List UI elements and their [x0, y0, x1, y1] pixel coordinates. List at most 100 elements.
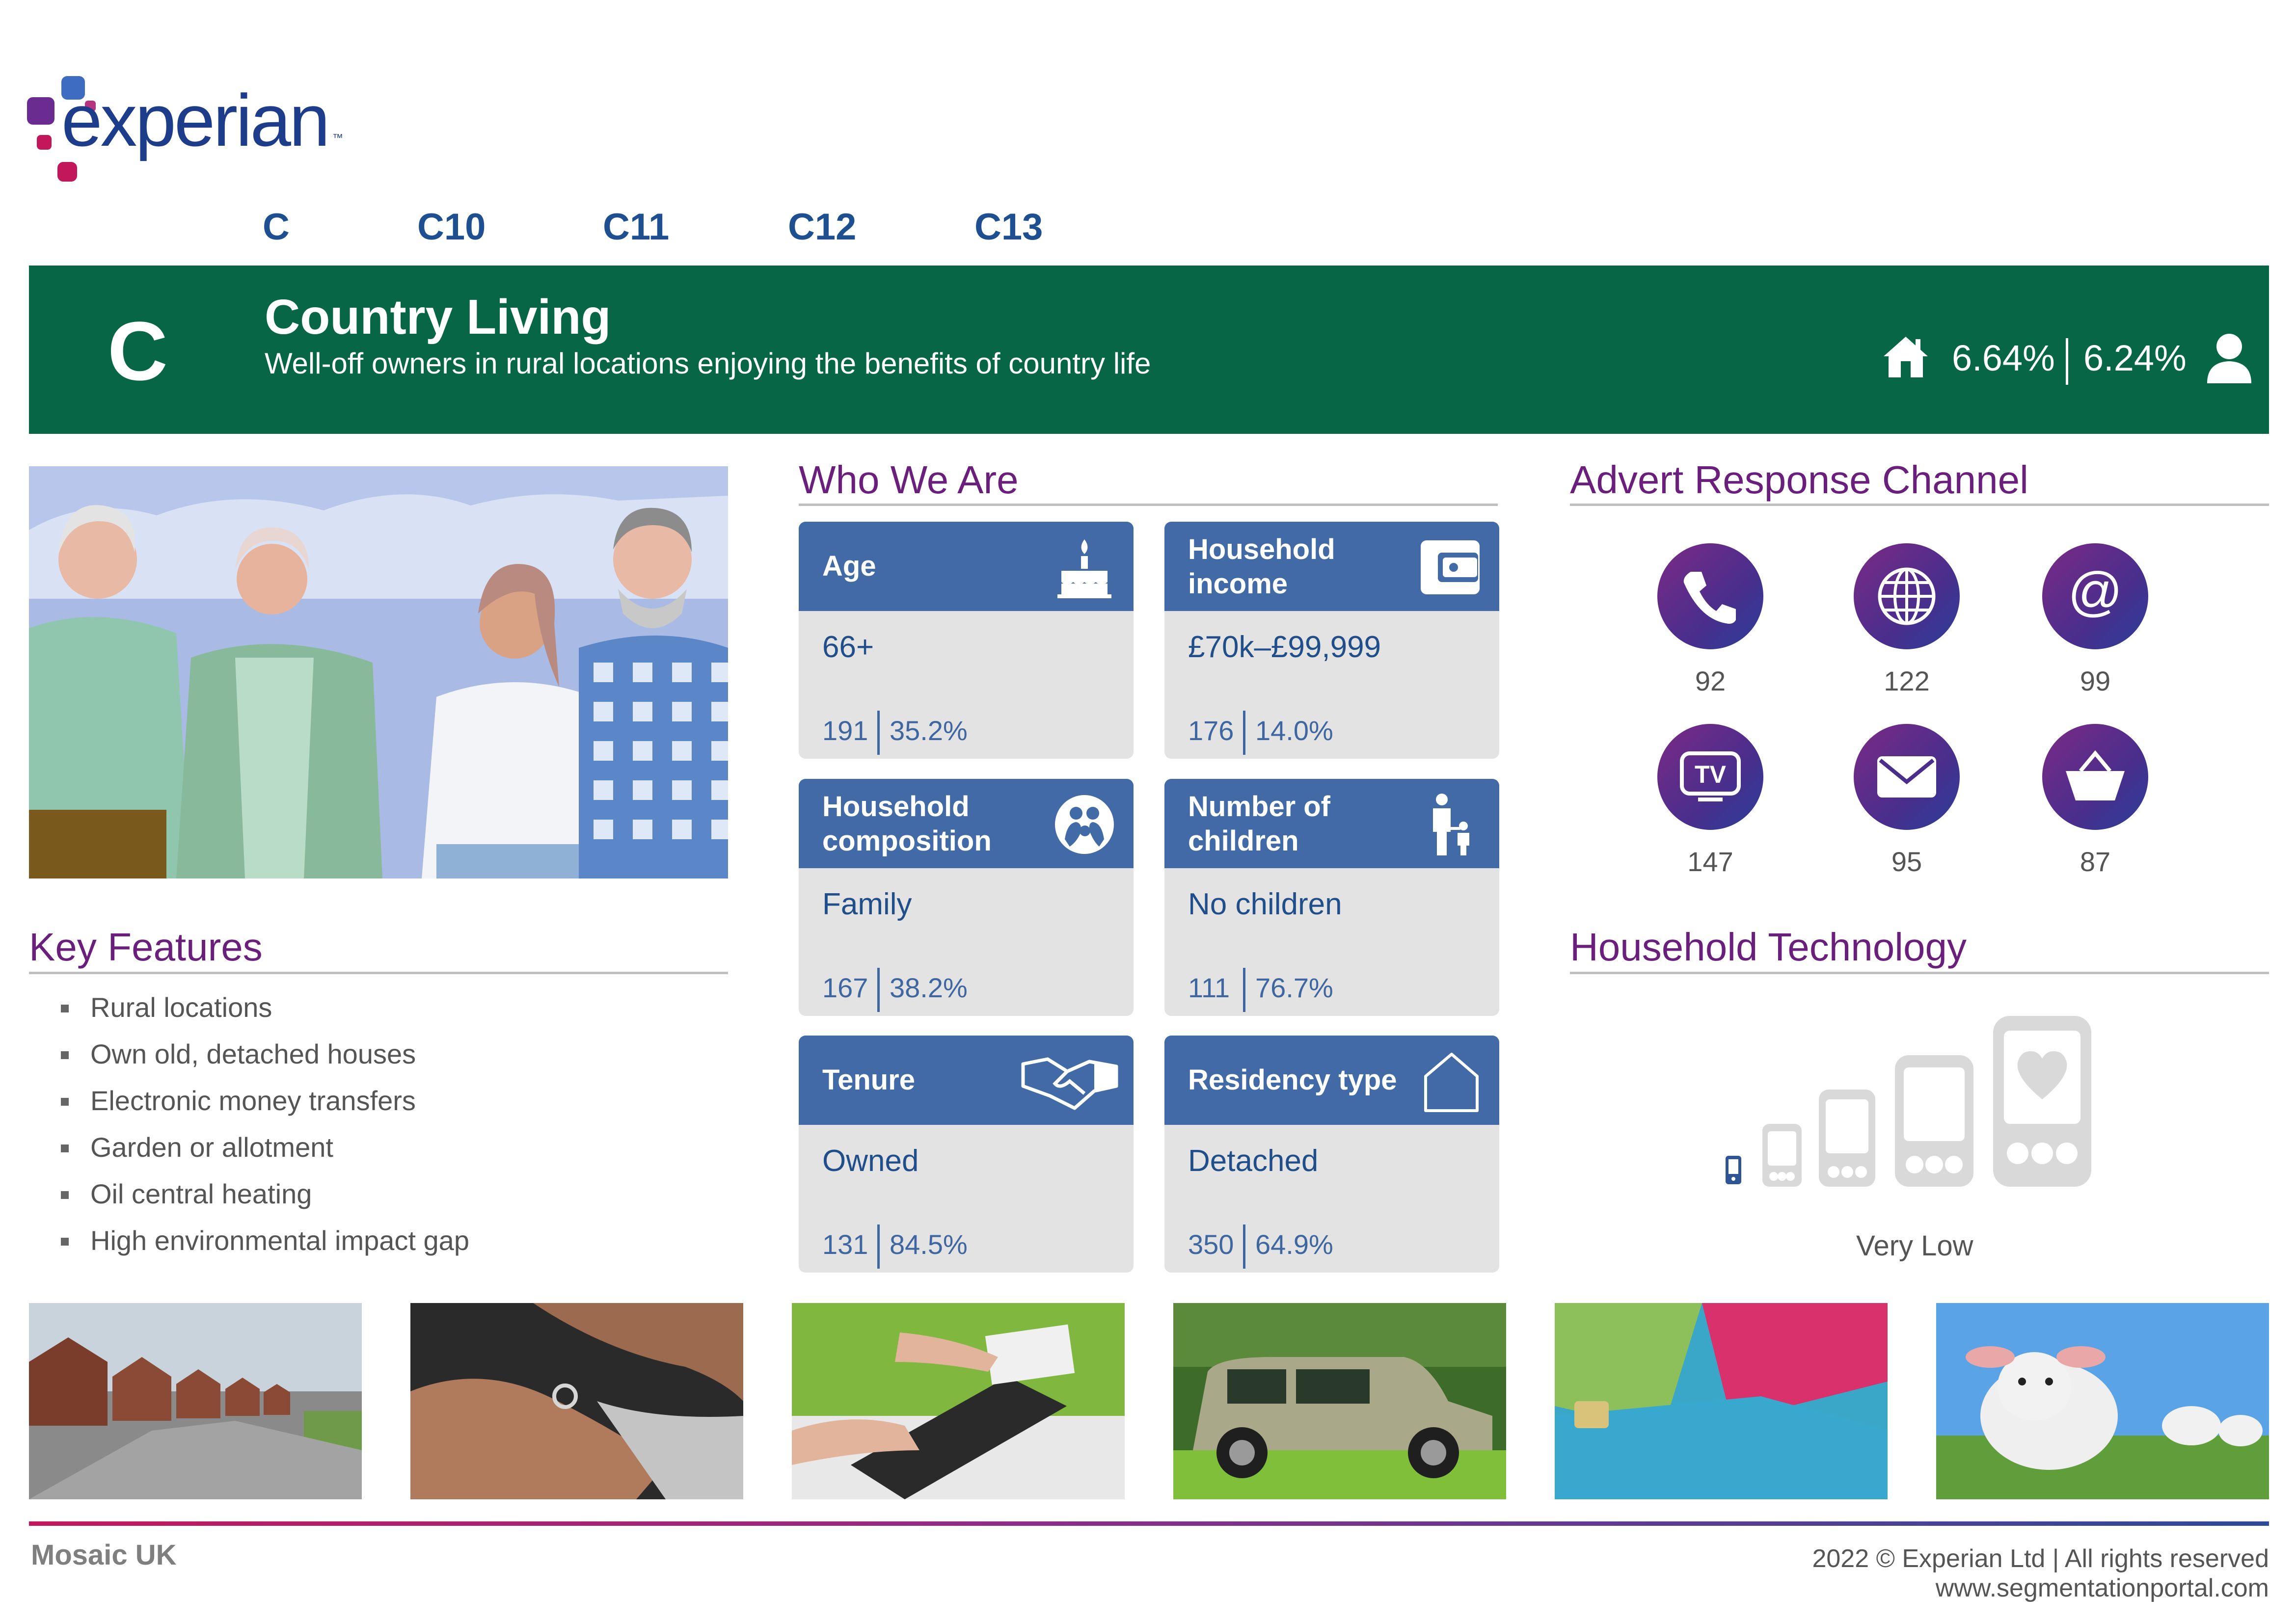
house-icon [1884, 337, 1928, 377]
tenure-card: Tenure Owned 131 84.5% [799, 1036, 1134, 1273]
household-composition-percent: 38.2% [890, 972, 968, 1003]
age-value: 66+ [822, 630, 874, 664]
list-item: Electronic money transfers [61, 1087, 416, 1115]
key-features-title: Key Features [29, 925, 263, 969]
list-item: High environmental impact gap [61, 1227, 469, 1254]
person-icon [2207, 334, 2251, 383]
household-composition-value: Family [822, 887, 912, 921]
card-header: Residency type [1164, 1036, 1499, 1125]
card-title-line-2: children [1188, 825, 1299, 857]
email-channel-value: 99 [2080, 665, 2111, 696]
people-illustration [29, 466, 728, 878]
group-title: Country Living [265, 290, 611, 345]
tv-channel: TV [1657, 724, 1763, 830]
age-card: Age 66+ 191 35.2% [799, 522, 1134, 759]
tab-c12[interactable]: C12 [788, 209, 856, 246]
household-composition-index: 167 [822, 972, 868, 1003]
footer-copyright: 2022 © Experian Ltd | All rights reserve… [1812, 1544, 2269, 1573]
tenure-index: 131 [822, 1229, 868, 1260]
list-item: Oil central heating [60, 1180, 312, 1208]
card-header: Tenure [799, 1036, 1134, 1125]
divider [877, 1224, 880, 1269]
divider [1570, 504, 2269, 506]
household-income-value: £70k–£99,999 [1188, 630, 1381, 664]
footer-divider [29, 1521, 2269, 1526]
divider [1243, 968, 1245, 1012]
mail-icon [1877, 756, 1936, 798]
divider [877, 711, 880, 755]
mail-channel [1854, 724, 1960, 830]
web-channel-value: 122 [1884, 665, 1930, 696]
mail-channel-value: 95 [1891, 846, 1922, 877]
divider [29, 972, 728, 974]
age-percent: 35.2% [890, 715, 968, 746]
tv-channel-value: 147 [1687, 846, 1733, 877]
list-item: Garden or allotment [61, 1134, 333, 1161]
number-of-children-card: Number of children No children 111 76.7% [1164, 779, 1499, 1016]
household-technology-title: Household Technology [1570, 925, 1967, 969]
population-percentage: 6.24% [2083, 338, 2187, 378]
divider [1243, 1224, 1245, 1269]
households-percentage: 6.64% [1952, 338, 2055, 378]
basket-icon [2066, 750, 2125, 800]
tab-c13[interactable]: C13 [974, 209, 1043, 246]
logo-text: experian [61, 79, 330, 161]
ring-photo [410, 1303, 743, 1499]
phone-level-2-icon [1762, 1124, 1802, 1187]
footer-url[interactable]: www.segmentationportal.com [1936, 1575, 2269, 1601]
card-title-line-1: Household [822, 791, 970, 823]
tenure-value: Owned [822, 1144, 919, 1178]
card-title: Age [822, 550, 876, 582]
household-composition-card: Household composition Family 167 38.2% [799, 779, 1134, 1016]
house-outline-icon [1424, 1053, 1479, 1112]
card-title-line-1: Number of [1188, 791, 1330, 823]
card-header: Household composition [799, 779, 1134, 868]
card-title: Residency type [1188, 1064, 1397, 1096]
adult-child-icon [1433, 794, 1469, 855]
cake-icon [1057, 539, 1111, 598]
card-title-line-1: Household [1188, 533, 1335, 565]
wallet-icon [1421, 540, 1480, 594]
card-header: Number of children [1164, 779, 1499, 868]
technology-level-meter [1726, 1016, 2091, 1187]
phone-level-1-icon [1726, 1156, 1741, 1184]
web-channel [1854, 543, 1960, 649]
divider [799, 504, 1498, 506]
phone-icon [1683, 572, 1736, 624]
svg-text:TV: TV [1695, 761, 1727, 788]
phone-channel [1657, 543, 1763, 649]
car-photo [1173, 1303, 1506, 1499]
group-banner: C Country Living Well-off owners in rura… [29, 266, 2269, 434]
experian-logo: experian ™ [27, 74, 371, 186]
divider [1570, 972, 2269, 974]
phone-level-4-icon [1895, 1055, 1973, 1187]
handshake-icon [1021, 1057, 1118, 1110]
basket-channel [2042, 724, 2148, 830]
divider [877, 968, 880, 1012]
group-subtitle: Well-off owners in rural locations enjoy… [265, 347, 1151, 380]
residency-type-percent: 64.9% [1255, 1229, 1333, 1260]
divider [2066, 338, 2068, 385]
svg-text:@: @ [2068, 562, 2123, 622]
phone-level-3-icon [1819, 1090, 1875, 1187]
residency-type-card: Residency type Detached 350 64.9% [1164, 1036, 1499, 1273]
footer-product-name: Mosaic UK [31, 1539, 177, 1571]
card-title: Tenure [822, 1064, 916, 1096]
age-index: 191 [822, 715, 868, 746]
logo-trademark: ™ [332, 132, 343, 144]
tab-c10[interactable]: C10 [417, 209, 486, 246]
tab-c11[interactable]: C11 [603, 209, 669, 246]
tablet-photo [792, 1303, 1125, 1499]
tv-icon: TV [1680, 751, 1741, 801]
number-of-children-percent: 76.7% [1255, 972, 1333, 1003]
number-of-children-value: No children [1188, 887, 1342, 921]
basket-channel-value: 87 [2080, 846, 2111, 877]
phone-channel-value: 92 [1695, 665, 1726, 696]
residency-type-value: Detached [1188, 1144, 1319, 1178]
advert-response-title: Advert Response Channel [1570, 458, 2028, 502]
tab-c[interactable]: C [263, 209, 290, 246]
number-of-children-index: 111 [1188, 972, 1230, 1003]
cards-photo [1555, 1303, 1888, 1499]
web-icon [1878, 567, 1936, 625]
family-icon [1055, 795, 1114, 854]
